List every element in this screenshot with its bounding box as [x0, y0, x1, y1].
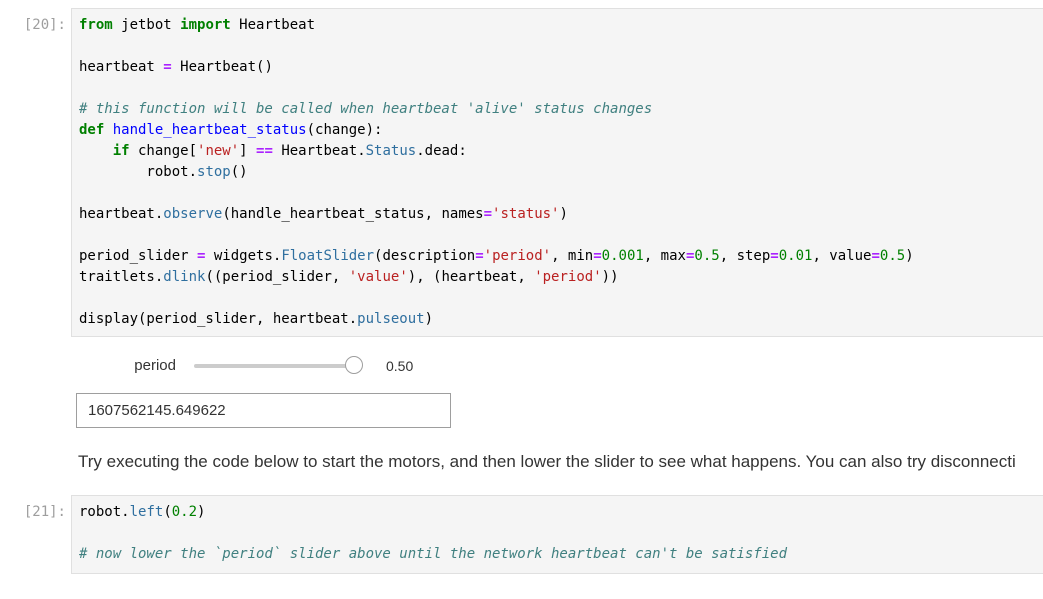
code-token: (description [374, 248, 476, 264]
code-line: heartbeat.observe(handle_heartbeat_statu… [79, 204, 1043, 225]
code-token: change[ [129, 143, 198, 159]
code-token: . [416, 143, 425, 159]
code-token: = [483, 206, 493, 222]
code-token: , max [643, 248, 686, 264]
code-token: ((period_slider, [205, 269, 349, 285]
code-token: = [871, 248, 880, 264]
slider-handle[interactable] [345, 356, 363, 374]
code-token: jetbot [112, 17, 181, 33]
code-token: = [593, 248, 602, 264]
code-token: if [112, 143, 130, 159]
markdown-text: Try executing the code below to start th… [78, 452, 1016, 471]
slider-label: period [134, 357, 176, 374]
code-token: 'period' [483, 248, 552, 264]
code-editor[interactable]: robot.left(0.2) # now lower the `period` … [71, 495, 1043, 574]
code-token: robot [79, 164, 189, 180]
code-token: observe [163, 206, 223, 222]
code-token: = [770, 248, 779, 264]
code-token: 0.2 [171, 504, 198, 520]
code-token: def [79, 122, 105, 138]
code-token: (handle_heartbeat_status, names [222, 206, 484, 222]
code-token: stop [197, 164, 231, 180]
code-token: dlink [163, 269, 206, 285]
period-slider-widget[interactable]: period 0.50 [76, 353, 476, 381]
code-token: ), (heartbeat, [407, 269, 535, 285]
code-token: 0.5 [879, 248, 906, 264]
code-token: 'status' [492, 206, 560, 222]
slider-track[interactable] [194, 364, 354, 368]
code-token: ) [905, 248, 914, 264]
code-token: period_slider [79, 248, 198, 264]
code-token: = [475, 248, 484, 264]
code-token: 0.01 [778, 248, 813, 264]
code-token: ( [163, 504, 172, 520]
code-line: period_slider = widgets.FloatSlider(desc… [79, 246, 1043, 267]
code-line: traitlets.dlink((period_slider, 'value')… [79, 267, 1043, 288]
code-token: () [230, 164, 248, 180]
code-token: FloatSlider [281, 248, 375, 264]
code-line: if change['new'] == Heartbeat.Status.dea… [79, 141, 1043, 162]
code-token: , value [812, 248, 872, 264]
code-token: import [180, 17, 231, 33]
code-token: 'value' [348, 269, 408, 285]
code-token: robot [79, 504, 122, 520]
code-token: . [357, 143, 366, 159]
code-token: Heartbeat [272, 143, 358, 159]
code-token: ) [424, 311, 434, 327]
code-token: heartbeat [79, 206, 155, 222]
code-line: # now lower the `period` slider above un… [79, 544, 1043, 565]
code-token: traitlets [79, 269, 155, 285]
pulseout-text-field[interactable]: 1607562145.649622 [76, 393, 451, 428]
code-token: = [163, 59, 172, 75]
code-token: , min [551, 248, 594, 264]
code-line: heartbeat = Heartbeat() [79, 57, 1043, 78]
code-token: pulseout [357, 311, 425, 327]
code-token: )) [601, 269, 619, 285]
code-token: heartbeat [79, 59, 164, 75]
code-line: robot.left(0.2) [79, 502, 1043, 523]
code-token: # now lower the `period` slider above un… [79, 546, 788, 562]
cell-prompt: [21]: [23, 504, 66, 520]
code-token: Heartbeat() [171, 59, 273, 75]
cell-prompt: [20]: [23, 17, 66, 33]
code-token: ) [197, 504, 206, 520]
code-line: def handle_heartbeat_status(change): [79, 120, 1043, 141]
code-editor[interactable]: from jetbot import Heartbeat heartbeat = … [71, 8, 1043, 337]
code-token: , step [719, 248, 771, 264]
code-token: from [79, 17, 113, 33]
code-token: widgets [205, 248, 273, 264]
code-line: from jetbot import Heartbeat [79, 15, 1043, 36]
code-token: 'period' [534, 269, 602, 285]
code-token: . [121, 504, 130, 520]
slider-readout: 0.50 [386, 358, 414, 374]
code-token: ) [559, 206, 568, 222]
code-line: display(period_slider, heartbeat.pulseou… [79, 309, 1043, 330]
code-token: 0.001 [601, 248, 644, 264]
code-line: robot.stop() [79, 162, 1043, 183]
code-token: . [348, 311, 358, 327]
code-token: Status [365, 143, 417, 159]
code-token: Heartbeat [230, 17, 316, 33]
code-token: . [188, 164, 198, 180]
code-token: # this function will be called when hear… [79, 101, 653, 117]
code-token: dead: [424, 143, 467, 159]
code-line: # this function will be called when hear… [79, 99, 1043, 120]
code-token: ] [239, 143, 257, 159]
code-token: == [256, 143, 273, 159]
code-token: display(period_slider, heartbeat [79, 311, 349, 327]
code-token: 0.5 [694, 248, 720, 264]
code-token: left [129, 504, 164, 520]
code-token: (change): [306, 122, 383, 138]
code-token: handle_heartbeat_status [112, 122, 307, 138]
code-token: 'new' [197, 143, 240, 159]
